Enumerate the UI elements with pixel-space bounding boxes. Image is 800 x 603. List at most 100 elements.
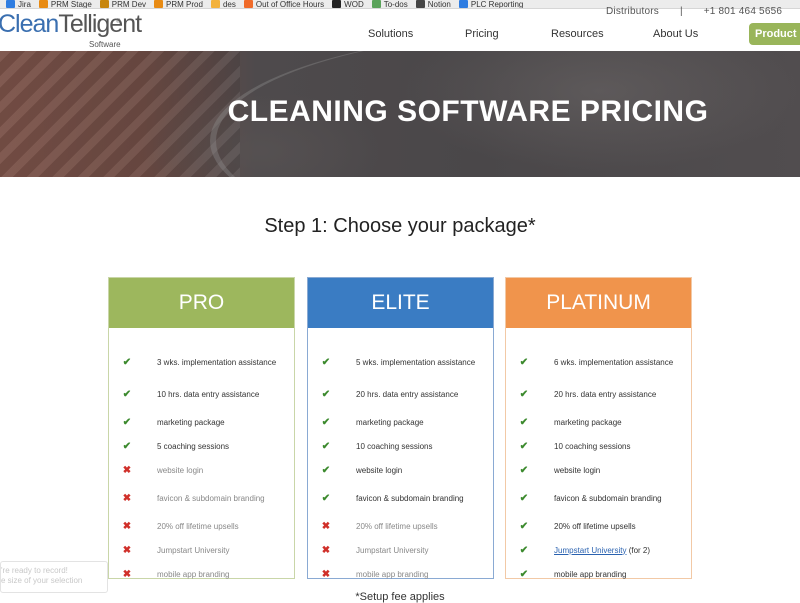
check-icon: ✔ — [519, 464, 529, 476]
feature-row: ✔ marketing package — [506, 410, 691, 434]
x-icon: ✖ — [122, 568, 132, 580]
utility-bar: Distributors | +1 801 464 5656 | Lo — [606, 6, 800, 17]
jumpstart-university-link[interactable]: Jumpstart University — [554, 546, 626, 555]
feature-text: marketing package — [554, 417, 622, 427]
feature-row: ✖ 20% off lifetime upsells — [308, 514, 493, 538]
package-card-platinum[interactable]: PLATINUM ✔ 6 wks. implementation assistan… — [505, 277, 692, 580]
feature-row: ✔ 5 wks. implementation assistance — [308, 346, 493, 378]
feature-row: ✖ Jumpstart University — [308, 538, 493, 562]
feature-text: mobile app branding — [356, 569, 429, 579]
package-card-pro[interactable]: PRO ✔ 3 wks. implementation assistance ✔ 10… — [108, 277, 295, 580]
feature-row: ✔ website login — [506, 458, 691, 482]
distributors-link[interactable]: Distributors — [606, 6, 659, 17]
feature-row: ✔ 10 coaching sessions — [506, 434, 691, 458]
bookmark-label: PRM Prod — [166, 0, 203, 9]
recorder-overlay: 're ready to record! e size of your sele… — [0, 561, 108, 593]
x-icon: ✖ — [321, 544, 331, 556]
check-icon: ✔ — [321, 416, 331, 428]
feature-text: favicon & subdomain branding — [356, 493, 464, 503]
feature-text: marketing package — [356, 417, 424, 427]
logo-clean: Clean — [0, 10, 59, 38]
step-title: Step 1: Choose your package* — [264, 215, 536, 237]
utility-separator: | — [679, 6, 683, 17]
x-icon: ✖ — [122, 492, 132, 504]
bookmark-label: PLC Reporting — [470, 0, 524, 9]
bookmark-label: Out of Office Hours — [255, 0, 325, 9]
feature-row: ✖ favicon & subdomain branding — [109, 482, 294, 514]
feature-row: ✔ 6 wks. implementation assistance — [506, 346, 691, 378]
feature-row: ✖ 20% off lifetime upsells — [109, 514, 294, 538]
feature-row: ✔ mobile app branding — [506, 562, 691, 586]
package-name: PRO — [109, 278, 294, 328]
feature-text: mobile app branding — [157, 569, 230, 579]
product-demo-button[interactable]: Product Demo — [749, 23, 800, 45]
nav-resources[interactable]: Resources — [551, 28, 604, 40]
check-icon: ✔ — [321, 464, 331, 476]
x-icon: ✖ — [321, 568, 331, 580]
feature-list: ✔ 5 wks. implementation assistance ✔ 20 hrs… — [308, 328, 493, 586]
prm-icon — [38, 0, 48, 8]
check-icon: ✔ — [321, 356, 331, 368]
bookmark-label: PRM Stage — [50, 0, 92, 9]
feature-row: ✔ favicon & subdomain branding — [308, 482, 493, 514]
feature-text: favicon & subdomain branding — [554, 493, 662, 503]
bookmark-item[interactable]: PRM Dev — [99, 0, 147, 9]
calendar-icon — [243, 0, 253, 8]
bookmark-item[interactable]: To-dos — [371, 0, 408, 8]
x-icon: ✖ — [122, 464, 132, 476]
feature-suffix: (for 2) — [626, 545, 651, 555]
check-icon: ✔ — [122, 440, 132, 452]
bookmark-item[interactable]: Jira — [6, 0, 31, 9]
feature-row: ✔ 10 coaching sessions — [308, 434, 493, 458]
feature-text: website login — [356, 465, 403, 475]
feature-row: ✖ mobile app branding — [109, 562, 294, 586]
cleantelligent-logo[interactable]: CleanTelligent ® Software — [0, 10, 142, 49]
bookmark-item[interactable]: PRM Prod — [154, 0, 203, 9]
feature-text: 20 hrs. data entry assistance — [554, 389, 657, 399]
feature-text: 10 coaching sessions — [356, 441, 433, 451]
check-icon: ✔ — [519, 492, 529, 504]
bookmark-item[interactable]: WOD — [332, 0, 364, 9]
bookmark-item[interactable]: Out of Office Hours — [243, 0, 325, 9]
recorder-overlay-line1: 're ready to record! — [1, 566, 68, 575]
feature-row: ✔ 20% off lifetime upsells — [506, 514, 691, 538]
nav-solutions[interactable]: Solutions — [368, 28, 413, 40]
feature-text: 3 wks. implementation assistance — [157, 357, 277, 367]
bookmark-item[interactable]: Notion — [415, 0, 451, 8]
bookmark-item[interactable]: PRM Stage — [38, 0, 92, 9]
feature-row: ✔ Jumpstart University (for 2) — [506, 538, 691, 562]
x-icon: ✖ — [321, 520, 331, 532]
bookmark-label: Jira — [18, 0, 31, 9]
hero-banner: CLEANING SOFTWARE PRICING — [0, 51, 800, 177]
check-icon: ✔ — [519, 520, 529, 532]
x-icon: ✖ — [122, 520, 132, 532]
feature-text: marketing package — [157, 417, 225, 427]
check-icon: ✔ — [122, 388, 132, 400]
feature-text: 20 hrs. data entry assistance — [356, 389, 459, 399]
w-icon — [332, 0, 342, 8]
bookmark-item[interactable]: des — [210, 0, 236, 8]
check-icon: ✔ — [519, 568, 529, 580]
package-card-elite[interactable]: ELITE ✔ 5 wks. implementation assistance ✔… — [307, 277, 494, 580]
nav-about-us[interactable]: About Us — [653, 28, 698, 40]
report-icon — [458, 0, 468, 8]
feature-row: ✔ favicon & subdomain branding — [506, 482, 691, 514]
feature-text: website login — [157, 465, 204, 475]
feature-row: ✖ Jumpstart University — [109, 538, 294, 562]
feature-text: 5 wks. implementation assistance — [356, 357, 476, 367]
bookmark-label: PRM Dev — [111, 0, 147, 9]
feature-row: ✔ 3 wks. implementation assistance — [109, 346, 294, 378]
todos-icon — [371, 0, 381, 8]
feature-row: ✔ 20 hrs. data entry assistance — [308, 378, 493, 410]
feature-text: 20% off lifetime upsells — [356, 521, 438, 531]
bookmark-item[interactable]: PLC Reporting — [458, 0, 524, 9]
bookmark-label: WOD — [344, 0, 364, 9]
feature-text: 20% off lifetime upsells — [554, 521, 636, 531]
feature-row: ✖ mobile app branding — [308, 562, 493, 586]
feature-text: 5 coaching sessions — [157, 441, 230, 451]
nav-pricing[interactable]: Pricing — [465, 28, 499, 40]
jira-icon — [6, 0, 15, 8]
feature-row: ✔ marketing package — [308, 410, 493, 434]
feature-text: 10 hrs. data entry assistance — [157, 389, 260, 399]
phone-number[interactable]: +1 801 464 5656 — [704, 6, 782, 17]
